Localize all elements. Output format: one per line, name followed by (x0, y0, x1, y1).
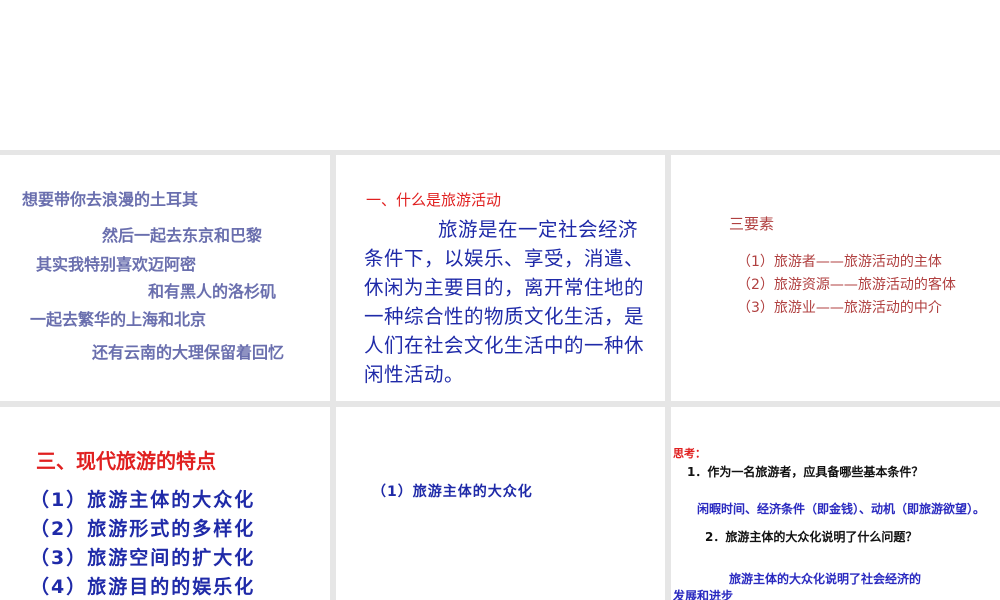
question-2: 2．旅游主体的大众化说明了什么问题？ (705, 530, 918, 544)
lyric-line-6: 还有云南的大理保留着回忆 (92, 343, 285, 362)
answer-1: 闲暇时间、经济条件（即金钱）、动机（即旅游欲望）。 (697, 502, 986, 516)
section-heading: 一、什么是旅游活动 (366, 191, 502, 209)
slide-mass-tourism[interactable]: （1）旅游主体的大众化 (336, 407, 665, 600)
answer-2-line-2: 发展和进步 (673, 589, 734, 600)
lyric-line-1: 想要带你去浪漫的土耳其 (22, 190, 199, 209)
element-item-2: （2）旅游资源——旅游活动的客体 (737, 277, 956, 293)
slide-lyrics[interactable]: 想要带你去浪漫的土耳其 然后一起去东京和巴黎 其实我特别喜欢迈阿密 和有黑人的洛… (0, 155, 330, 401)
element-item-1: （1）旅游者——旅游活动的主体 (737, 254, 942, 270)
feature-item-4: （4）旅游目的的娱乐化 (30, 576, 256, 598)
thinking-label: 思考： (673, 447, 706, 460)
definition-paragraph: 旅游是在一定社会经济条件下，以娱乐、享受，消遣、休闲为主要目的，离开常住地的一种… (364, 215, 644, 389)
answer-2-line-1: 旅游主体的大众化说明了社会经济的 (729, 572, 922, 586)
lyric-line-2: 然后一起去东京和巴黎 (102, 226, 263, 245)
lyric-line-3: 其实我特别喜欢迈阿密 (36, 255, 197, 274)
question-1: 1．作为一名旅游者，应具备哪些基本条件？ (687, 465, 924, 479)
slide-definition[interactable]: 一、什么是旅游活动 旅游是在一定社会经济条件下，以娱乐、享受，消遣、休闲为主要目… (336, 155, 665, 401)
slide-features[interactable]: 三、现代旅游的特点 （1）旅游主体的大众化 （2）旅游形式的多样化 （3）旅游空… (0, 407, 330, 600)
definition-text: 旅游是在一定社会经济条件下，以娱乐、享受，消遣、休闲为主要目的，离开常住地的一种… (364, 218, 645, 386)
feature-item-2: （2）旅游形式的多样化 (30, 518, 256, 540)
blank-header-area (0, 0, 1000, 150)
feature-item-3: （3）旅游空间的扩大化 (30, 547, 256, 569)
elements-title: 三要素 (729, 215, 775, 233)
slide-three-elements[interactable]: 三要素 （1）旅游者——旅游活动的主体 （2）旅游资源——旅游活动的客体 （3）… (671, 155, 1000, 401)
lyric-line-5: 一起去繁华的上海和北京 (30, 310, 207, 329)
element-item-3: （3）旅游业——旅游活动的中介 (737, 300, 942, 316)
feature-item-1: （1）旅游主体的大众化 (372, 484, 533, 500)
lyric-line-4: 和有黑人的洛杉矶 (148, 282, 277, 301)
feature-item-1: （1）旅游主体的大众化 (30, 489, 256, 511)
features-title: 三、现代旅游的特点 (36, 449, 216, 473)
slide-thinking-questions[interactable]: 思考： 1．作为一名旅游者，应具备哪些基本条件？ 闲暇时间、经济条件（即金钱）、… (671, 407, 1000, 600)
